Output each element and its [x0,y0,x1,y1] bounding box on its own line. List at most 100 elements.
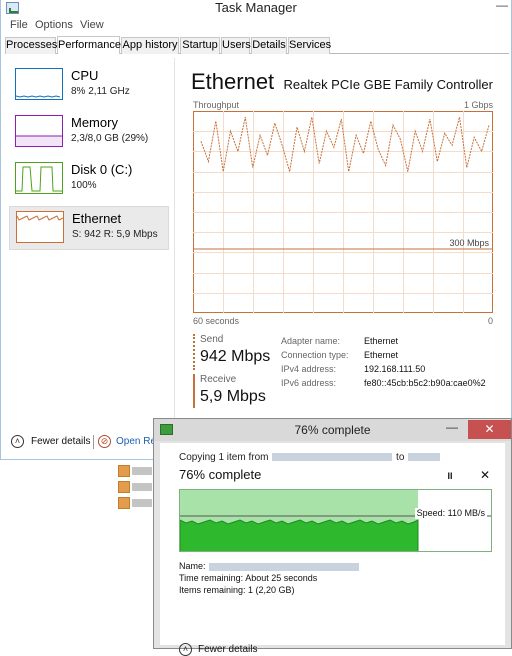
tab-startup[interactable]: Startup [180,37,220,54]
name-row: Name: [179,561,360,572]
sidebar-item-label: Disk 0 (C:) [71,162,133,177]
destination-link[interactable] [408,453,441,462]
mini-graph-series [16,215,64,221]
menu-view[interactable]: View [80,18,104,32]
file-icon [118,497,130,509]
send-label: Send [200,334,224,345]
tab-services[interactable]: Services [288,37,331,54]
source-link[interactable] [272,453,393,462]
dialog-fewer-details-link[interactable]: Fewer details [198,644,257,655]
sidebar-item-disk[interactable]: Disk 0 (C:) 100% [9,158,169,203]
footer-divider [93,435,94,449]
mini-graph-line [15,95,61,98]
sidebar-item-label: CPU [71,68,99,83]
info-key: IPv4 address: [281,364,337,374]
panel-divider[interactable] [174,58,175,418]
page-title: Ethernet [191,69,275,94]
dialog-body: Copying 1 item from to 76% complete II ✕… [160,443,505,656]
cancel-copy-button[interactable]: ✕ [478,468,492,482]
speed-label: Speed: 110 MB/s [414,508,487,519]
background-list-item[interactable] [118,465,154,477]
file-copy-dialog: 76% complete — ✕ Copying 1 item from to … [153,418,512,656]
task-manager-window: Task Manager — File Options View Process… [0,0,512,460]
sidebar-item-detail: S: 942 R: 5,9 Mbps [72,229,158,240]
info-value: Ethernet [364,350,399,360]
send-value: 942 Mbps [200,348,271,365]
menu-options[interactable]: Options [35,18,73,32]
fewer-details-link[interactable]: Fewer details [31,436,90,447]
graph-max-label: 1 Gbps [463,100,493,110]
graph-x-left-label: 60 seconds [193,316,240,326]
blurred-filename [209,562,360,571]
info-value: 192.168.111.50 [364,364,426,374]
blurred-filename [132,467,152,475]
tab-users[interactable]: Users [221,37,251,54]
speed-area-chart [180,515,491,551]
cpu-mini-graph [15,68,63,100]
disk-mini-graph [15,162,63,194]
tab-processes[interactable]: Processes [5,37,57,54]
file-icon [118,481,130,493]
tab-strip: Processes Performance App history Startu… [5,36,509,54]
send-stat: Send 942 Mbps [193,334,277,370]
pause-button[interactable]: II [443,469,457,483]
copy-prefix: Copying 1 item from [179,452,269,463]
transfer-speed-graph: Speed: 110 MB/s [179,489,492,552]
speed-area [180,519,419,551]
tab-details[interactable]: Details [251,37,287,54]
receive-value: 5,9 Mbps [200,388,266,405]
adapter-name-header: Realtek PCIe GBE Family Controller [283,77,493,92]
info-key: IPv6 address: [281,378,337,388]
menu-file[interactable]: File [10,18,28,32]
tab-performance[interactable]: Performance [57,36,121,54]
sidebar-item-detail: 8% 2,11 GHz [71,86,130,97]
info-value: fe80::45cb:b5c2:b90a:cae0%2 [364,378,486,388]
chevron-up-icon[interactable]: ˄ [11,435,24,448]
throughput-graph: 300 Mbps [193,111,493,313]
info-value: Ethernet [364,336,399,346]
chevron-up-icon[interactable]: ˄ [179,643,192,656]
dialog-close-button[interactable]: ✕ [468,420,511,439]
graph-mid-label: 300 Mbps [449,238,489,248]
mini-graph-line [16,135,62,146]
mini-graph-series [15,95,61,98]
background-list-item[interactable] [118,481,154,493]
mini-graph-fill [16,136,62,146]
menu-bar: File Options View [1,18,511,34]
info-key: Connection type: [281,350,349,360]
resource-monitor-icon[interactable]: ⊘ [98,435,111,448]
copy-description: Copying 1 item from to [179,452,441,463]
sidebar-item-label: Memory [71,115,118,130]
dialog-minimize-button[interactable]: — [439,420,465,438]
name-label: Name: [179,561,206,571]
tab-app-history[interactable]: App history [121,37,179,54]
blurred-filename [132,499,152,507]
memory-mini-graph [15,115,63,147]
mini-graph-line [16,215,64,221]
info-key: Adapter name: [281,336,341,346]
graph-label: Throughput [193,100,240,110]
sidebar-item-label: Ethernet [72,211,122,226]
receive-label: Receive [200,374,237,385]
blurred-filename [132,483,152,491]
minimize-button[interactable]: — [491,0,512,12]
graph-x-right-label: 0 [487,316,493,326]
file-icon [118,465,130,477]
sidebar-item-cpu[interactable]: CPU 8% 2,11 GHz [9,64,169,109]
mini-graph-line [16,166,62,192]
sidebar-item-ethernet[interactable]: Ethernet S: 942 R: 5,9 Mbps [9,206,169,250]
background-list-item[interactable] [118,497,154,509]
title-bar: Task Manager — [1,0,511,17]
sidebar-item-memory[interactable]: Memory 2,3/8,0 GB (29%) [9,111,169,156]
time-remaining: Time remaining: About 25 seconds [179,573,318,583]
dialog-title-bar: 76% complete — ✕ [154,419,511,441]
items-remaining: Items remaining: 1 (2,20 GB) [179,585,295,595]
mini-graph-series [16,166,62,192]
sidebar-item-detail: 2,3/8,0 GB (29%) [71,133,149,144]
copy-to: to [396,452,405,463]
ethernet-mini-graph [16,211,64,243]
receive-stat: Receive 5,9 Mbps [193,374,277,408]
sidebar-item-detail: 100% [71,180,97,191]
progress-heading: 76% complete [179,467,262,482]
window-title: Task Manager [215,0,297,15]
